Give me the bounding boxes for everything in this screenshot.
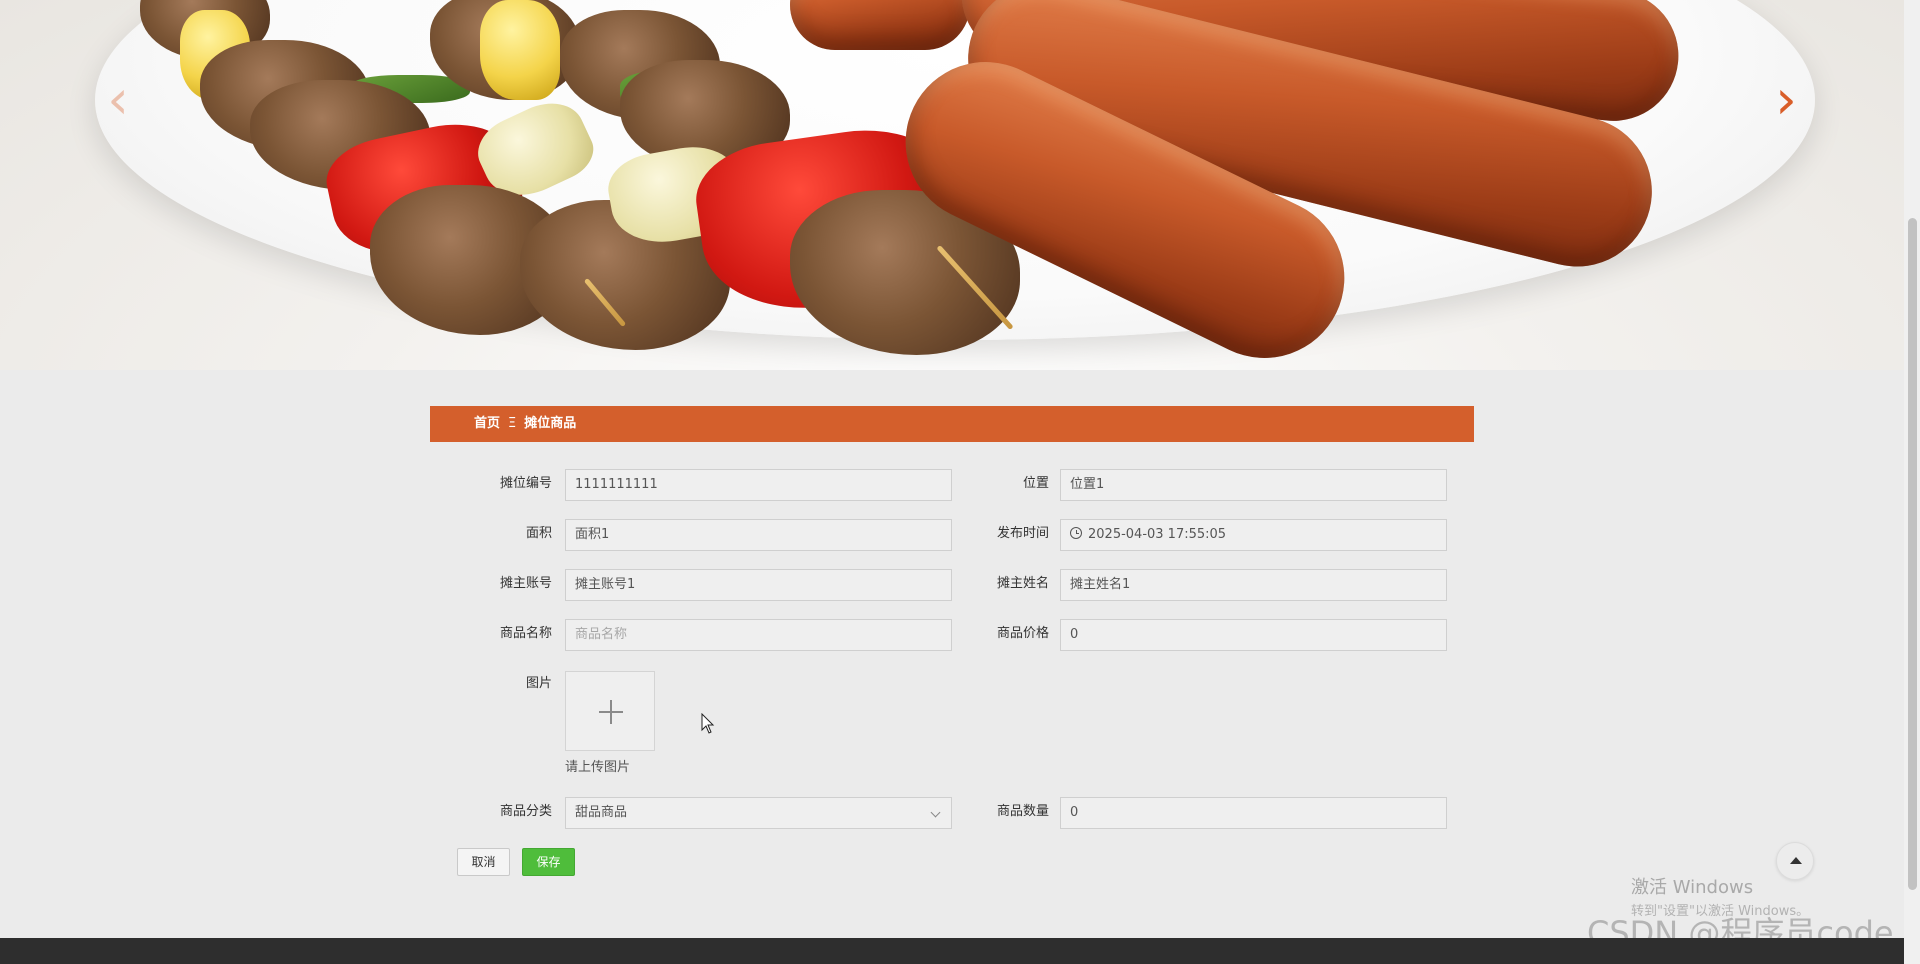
product-name-input[interactable]: 商品名称	[565, 619, 952, 651]
carousel-next-arrow[interactable]: ›	[1768, 70, 1804, 130]
publish-time-value: 2025-04-03 17:55:05	[1088, 527, 1227, 542]
stall-no-field[interactable]: 1111111111	[565, 469, 952, 501]
quantity-input[interactable]: 0	[1060, 797, 1447, 829]
page-footer	[0, 938, 1904, 964]
scrollbar-thumb[interactable]	[1908, 218, 1917, 890]
banner-food	[480, 0, 560, 100]
product-price-label: 商品价格	[996, 626, 1049, 641]
banner-carousel: ‹ ›	[0, 0, 1904, 370]
upload-hint: 请上传图片	[565, 760, 631, 775]
breadcrumb-home[interactable]: 首页	[474, 416, 500, 431]
image-label: 图片	[525, 676, 552, 691]
breadcrumb: 首页 Ξ 摊位商品	[430, 406, 1474, 442]
product-name-label: 商品名称	[499, 626, 552, 641]
category-select[interactable]: 甜品商品	[565, 797, 952, 829]
owner-account-field[interactable]: 摊主账号1	[565, 569, 952, 601]
product-price-input[interactable]: 0	[1060, 619, 1447, 651]
image-upload-button[interactable]	[565, 671, 655, 751]
page-scrollbar[interactable]	[1904, 0, 1920, 964]
banner-food	[790, 0, 970, 50]
breadcrumb-separator-icon: Ξ	[508, 416, 517, 431]
location-label: 位置	[1022, 476, 1049, 491]
owner-name-label: 摊主姓名	[996, 576, 1049, 591]
plus-icon	[566, 672, 654, 750]
carousel-prev-arrow[interactable]: ‹	[100, 70, 136, 130]
save-button[interactable]: 保存	[522, 848, 575, 876]
publish-time-field[interactable]: 2025-04-03 17:55:05	[1060, 519, 1447, 551]
breadcrumb-current: 摊位商品	[524, 416, 577, 431]
owner-name-field[interactable]: 摊主姓名1	[1060, 569, 1447, 601]
owner-account-label: 摊主账号	[499, 576, 552, 591]
cancel-button[interactable]: 取消	[457, 848, 510, 876]
category-selected-value: 甜品商品	[575, 805, 628, 820]
clock-icon	[1070, 527, 1082, 539]
location-field[interactable]: 位置1	[1060, 469, 1447, 501]
stall-no-label: 摊位编号	[499, 476, 552, 491]
area-field[interactable]: 面积1	[565, 519, 952, 551]
quantity-label: 商品数量	[996, 804, 1049, 819]
area-label: 面积	[525, 526, 552, 541]
category-label: 商品分类	[499, 804, 552, 819]
publish-time-label: 发布时间	[996, 526, 1049, 541]
windows-activation-watermark: 激活 Windows	[1631, 877, 1754, 898]
back-to-top-button[interactable]	[1776, 842, 1814, 880]
